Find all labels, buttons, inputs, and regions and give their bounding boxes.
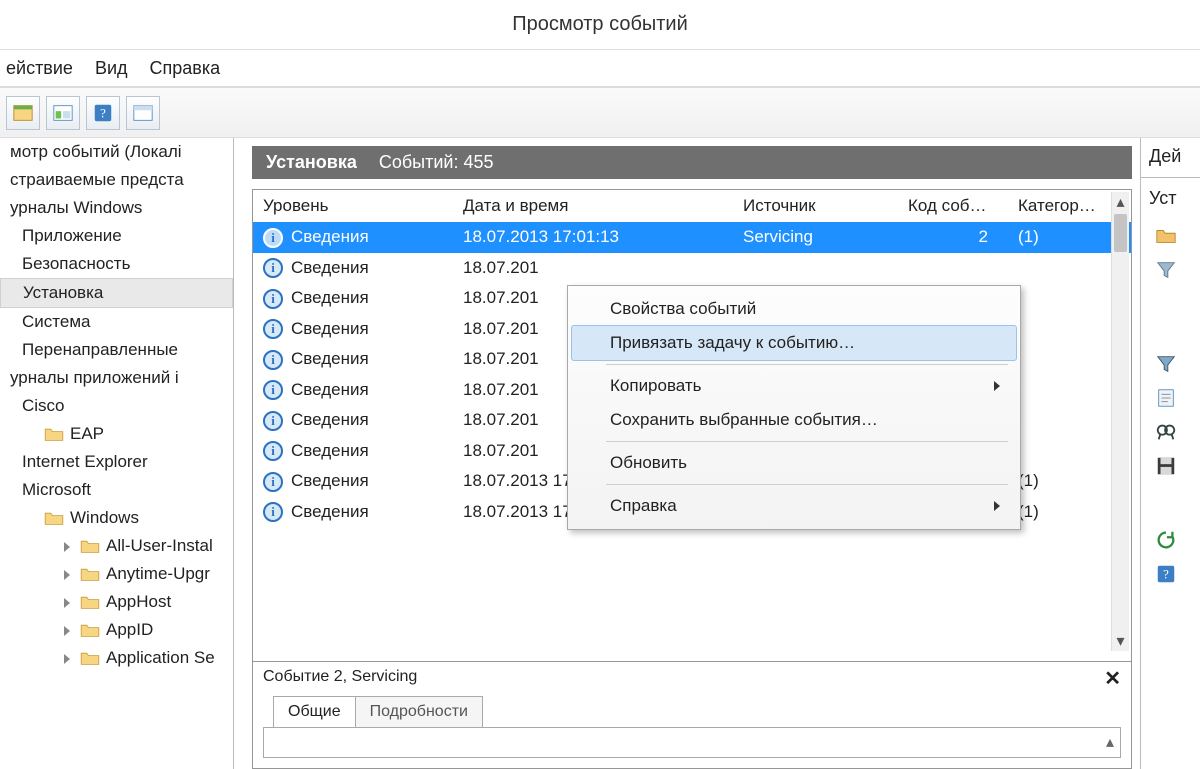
detail-body: ▴ <box>263 728 1121 758</box>
submenu-arrow-icon <box>994 381 1000 391</box>
info-icon: i <box>263 472 283 492</box>
info-icon: i <box>263 258 283 278</box>
menu-bar: ействие Вид Справка <box>0 50 1200 86</box>
tree-applog-item[interactable]: Internet Explorer <box>0 448 233 476</box>
context-menu-item[interactable]: Копировать <box>572 369 1016 403</box>
tree-applog-item[interactable]: EAP <box>0 420 233 448</box>
detail-close-icon[interactable]: ✕ <box>1104 666 1121 691</box>
tree-applog-item[interactable]: Windows <box>0 504 233 532</box>
info-icon: i <box>263 228 283 248</box>
toolbar-btn-2[interactable] <box>46 96 80 130</box>
info-icon: i <box>263 441 283 461</box>
action-open-icon[interactable] <box>1141 219 1200 253</box>
table-row[interactable]: iСведения18.07.201 <box>253 253 1131 284</box>
svg-text:?: ? <box>100 106 106 120</box>
expand-icon[interactable] <box>64 542 74 552</box>
expand-icon[interactable] <box>64 598 74 608</box>
window-title-bar: Просмотр событий <box>0 0 1200 50</box>
content-header-title: Установка <box>266 152 357 173</box>
tree-applog-item[interactable]: Cisco <box>0 392 233 420</box>
tree-winlog-item[interactable]: Безопасность <box>0 250 233 278</box>
table-row[interactable]: iСведения18.07.2013 17:01:13Servicing2(1… <box>253 222 1131 253</box>
context-menu-separator <box>606 364 1008 365</box>
window-title: Просмотр событий <box>512 13 688 36</box>
tree-panel: мотр событий (Локалі страиваемые предста… <box>0 138 234 769</box>
info-icon: i <box>263 502 283 522</box>
tree-root[interactable]: мотр событий (Локалі <box>0 138 233 166</box>
info-icon: i <box>263 380 283 400</box>
tab-details[interactable]: Подробности <box>355 696 483 727</box>
column-header[interactable]: Источник <box>733 190 898 222</box>
context-menu-item[interactable]: Свойства событий <box>572 292 1016 326</box>
action-properties-icon[interactable] <box>1141 381 1200 415</box>
actions-title: Дей <box>1141 146 1200 173</box>
context-menu-item[interactable]: Сохранить выбранные события… <box>572 403 1016 437</box>
tree-applog-item[interactable]: Microsoft <box>0 476 233 504</box>
scroll-thumb[interactable] <box>1114 214 1127 252</box>
toolbar-btn-1[interactable] <box>6 96 40 130</box>
scroll-up-icon[interactable]: ▴ <box>1112 192 1129 212</box>
toolbar: ? <box>0 86 1200 138</box>
context-menu-separator <box>606 484 1008 485</box>
pane-icon <box>52 102 74 124</box>
expand-icon[interactable] <box>64 570 74 580</box>
action-find-icon[interactable] <box>1141 415 1200 449</box>
tree-windows-logs[interactable]: урналы Windows <box>0 194 233 222</box>
tree-winlog-item[interactable]: Перенаправленные <box>0 336 233 364</box>
info-icon: i <box>263 319 283 339</box>
scroll-down-icon[interactable]: ▾ <box>1112 631 1129 651</box>
content-header-count: Событий: 455 <box>379 152 494 173</box>
toolbar-btn-4[interactable] <box>126 96 160 130</box>
menu-help[interactable]: Справка <box>150 58 221 79</box>
action-filter-icon[interactable] <box>1141 253 1200 287</box>
help-icon: ? <box>92 102 114 124</box>
submenu-arrow-icon <box>994 501 1000 511</box>
tree-windows-subitem[interactable]: Application Se <box>0 644 233 672</box>
grid-scrollbar[interactable]: ▴ ▾ <box>1111 192 1129 651</box>
tree-winlog-item[interactable]: Приложение <box>0 222 233 250</box>
action-funnel-icon[interactable] <box>1141 347 1200 381</box>
tree-windows-subitem[interactable]: Anytime-Upgr <box>0 560 233 588</box>
action-save-icon[interactable] <box>1141 449 1200 483</box>
detail-title: Событие 2, Servicing <box>263 668 417 685</box>
toolbar-btn-help[interactable]: ? <box>86 96 120 130</box>
info-icon: i <box>263 289 283 309</box>
context-menu-item[interactable]: Обновить <box>572 446 1016 480</box>
expand-icon[interactable] <box>64 626 74 636</box>
action-help2-icon[interactable]: ? <box>1141 557 1200 591</box>
actions-panel: Дей Уст ? <box>1140 138 1200 769</box>
menu-action[interactable]: ействие <box>6 58 73 79</box>
info-icon: i <box>263 350 283 370</box>
info-icon: i <box>263 411 283 431</box>
context-menu-item[interactable]: Справка <box>572 489 1016 523</box>
column-header[interactable]: Код соб… <box>898 190 1008 222</box>
detail-pane: Событие 2, Servicing ✕ Общие Подробности… <box>253 661 1131 768</box>
tree-custom-views[interactable]: страиваемые предста <box>0 166 233 194</box>
content-header: Установка Событий: 455 <box>252 146 1132 179</box>
tree-winlog-item[interactable]: Установка <box>0 278 233 308</box>
column-header[interactable]: Уровень <box>253 190 453 222</box>
tree-windows-subitem[interactable]: AppHost <box>0 588 233 616</box>
tree-windows-subitem[interactable]: All-User-Instal <box>0 532 233 560</box>
action-refresh-icon[interactable] <box>1141 523 1200 557</box>
svg-text:?: ? <box>1163 568 1169 582</box>
tab-general[interactable]: Общие <box>273 696 356 727</box>
panel-icon <box>12 102 34 124</box>
tree-windows-subitem[interactable]: AppID <box>0 616 233 644</box>
expand-icon[interactable] <box>64 654 74 664</box>
tree-app-logs[interactable]: урналы приложений і <box>0 364 233 392</box>
pane2-icon <box>132 102 154 124</box>
context-menu: Свойства событийПривязать задачу к событ… <box>567 285 1021 530</box>
context-menu-item[interactable]: Привязать задачу к событию… <box>571 325 1017 361</box>
detail-tabs: Общие Подробности <box>263 696 1121 728</box>
actions-subtitle: Уст <box>1141 188 1200 219</box>
tree-winlog-item[interactable]: Система <box>0 308 233 336</box>
menu-view[interactable]: Вид <box>95 58 128 79</box>
detail-scroll-up-icon[interactable]: ▴ <box>1106 732 1114 752</box>
context-menu-separator <box>606 441 1008 442</box>
column-header[interactable]: Дата и время <box>453 190 733 222</box>
